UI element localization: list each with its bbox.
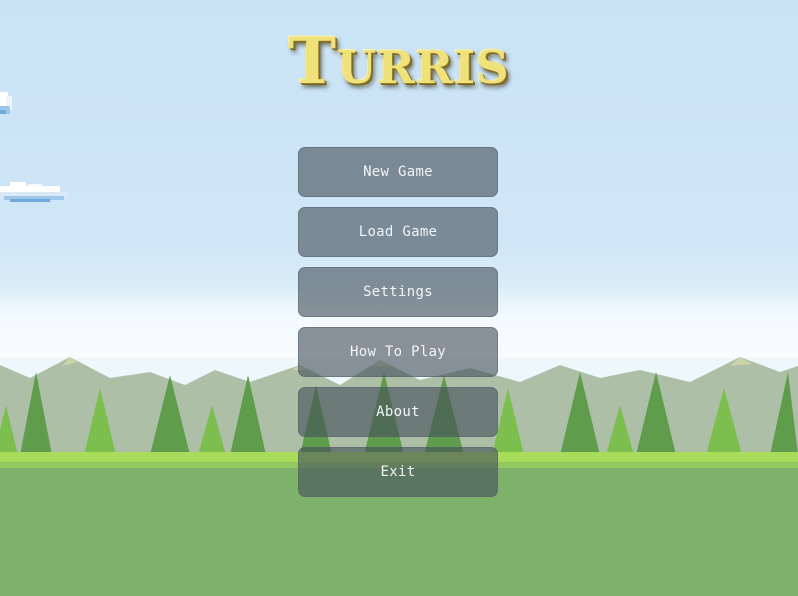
new-game-button[interactable]: New Game xyxy=(298,147,498,197)
game-title: Turris xyxy=(288,24,510,99)
exit-button[interactable]: Exit xyxy=(298,447,498,497)
main-menu-screen: Turris New Game Load Game Settings How T… xyxy=(0,0,798,596)
about-button[interactable]: About xyxy=(298,387,498,437)
settings-button[interactable]: Settings xyxy=(298,267,498,317)
main-menu: New Game Load Game Settings How To Play … xyxy=(298,147,498,507)
load-game-button[interactable]: Load Game xyxy=(298,207,498,257)
how-to-play-button[interactable]: How To Play xyxy=(298,327,498,377)
